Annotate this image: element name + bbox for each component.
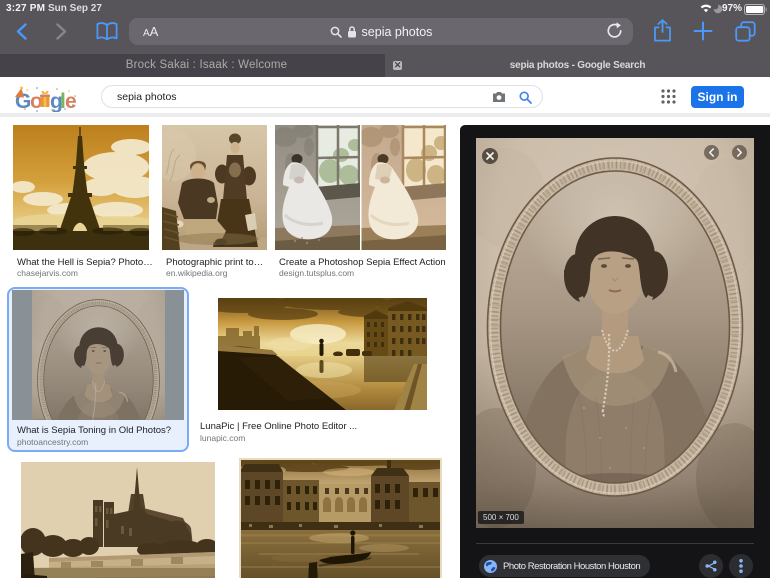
svg-text:e: e — [65, 90, 77, 112]
